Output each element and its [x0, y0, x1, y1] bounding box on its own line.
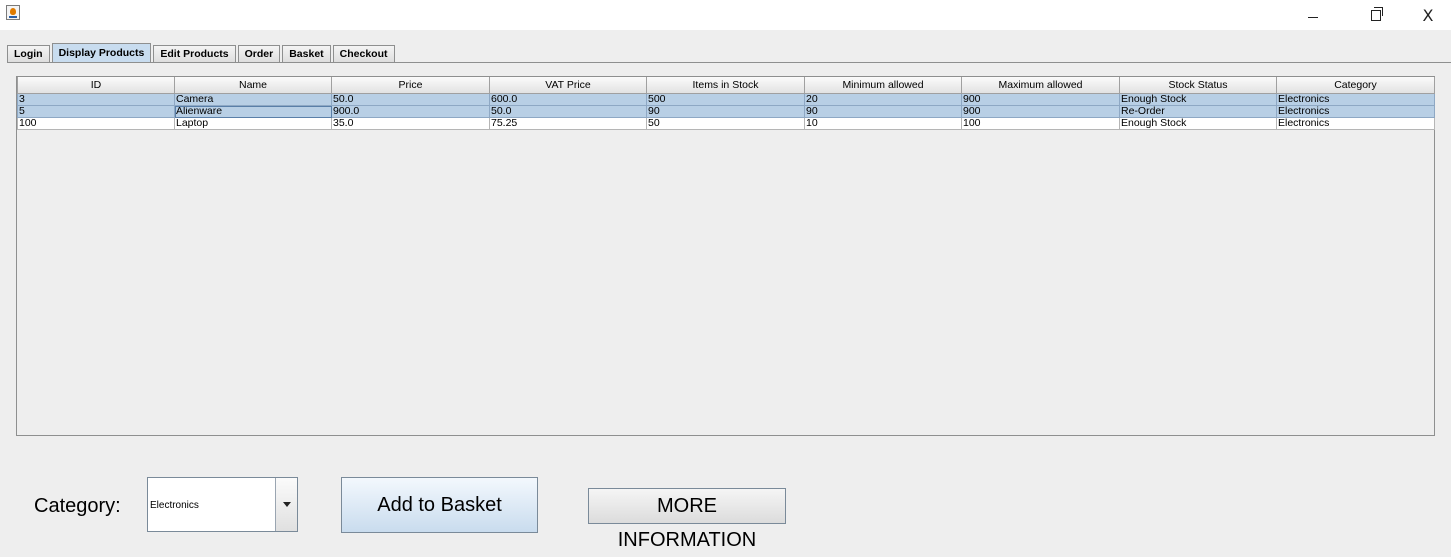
table-cell[interactable]: 5	[17, 105, 175, 118]
table-cell[interactable]: 900.0	[331, 105, 490, 118]
table-cell[interactable]: 35.0	[331, 117, 490, 130]
close-button[interactable]: X	[1405, 0, 1451, 30]
chevron-down-icon	[282, 502, 291, 507]
table-cell[interactable]: Enough Stock	[1119, 93, 1277, 106]
table-cell[interactable]: 50.0	[331, 93, 490, 106]
table-cell[interactable]: 50	[646, 117, 805, 130]
table-cell[interactable]: 90	[646, 105, 805, 118]
tab-basket[interactable]: Basket	[282, 45, 331, 62]
table-cell[interactable]: 900	[961, 105, 1120, 118]
table-cell[interactable]: 500	[646, 93, 805, 106]
tab-login[interactable]: Login	[7, 45, 50, 62]
column-header-maximum-allowed[interactable]: Maximum allowed	[961, 77, 1120, 94]
table-cell[interactable]: 10	[804, 117, 962, 130]
column-header-stock-status[interactable]: Stock Status	[1119, 77, 1277, 94]
category-combobox[interactable]: Electronics	[147, 477, 298, 532]
column-header-items-in-stock[interactable]: Items in Stock	[646, 77, 805, 94]
column-header-id[interactable]: ID	[17, 77, 175, 94]
products-table: ID Name Price VAT Price Items in Stock M…	[17, 77, 1435, 130]
table-cell[interactable]: 900	[961, 93, 1120, 106]
minimize-button[interactable]	[1290, 0, 1336, 30]
java-cup-icon	[6, 5, 20, 20]
table-cell[interactable]: 50.0	[489, 105, 647, 118]
table-cell[interactable]: 100	[961, 117, 1120, 130]
table-cell[interactable]: 75.25	[489, 117, 647, 130]
column-header-name[interactable]: Name	[174, 77, 332, 94]
table-cell[interactable]: Camera	[174, 93, 332, 106]
close-icon: X	[1422, 5, 1434, 25]
tab-strip: Login Display Products Edit Products Ord…	[7, 43, 397, 62]
table-row[interactable]: 3 Camera 50.0 600.0 500 20 900 Enough St…	[17, 93, 1435, 106]
column-header-minimum-allowed[interactable]: Minimum allowed	[804, 77, 962, 94]
table-cell[interactable]: Electronics	[1276, 93, 1435, 106]
table-cell[interactable]: Electronics	[1276, 117, 1435, 130]
category-label: Category:	[34, 495, 121, 517]
table-cell[interactable]: 20	[804, 93, 962, 106]
column-header-vat-price[interactable]: VAT Price	[489, 77, 647, 94]
maximize-icon	[1371, 6, 1383, 21]
products-table-scrollpane[interactable]: ID Name Price VAT Price Items in Stock M…	[16, 76, 1435, 436]
table-cell[interactable]: Laptop	[174, 117, 332, 130]
table-cell-focused[interactable]: Alienware	[174, 105, 332, 118]
more-information-button[interactable]: MORE INFORMATION	[588, 488, 786, 551]
combobox-arrow-button[interactable]	[275, 478, 297, 531]
category-selected-value: Electronics	[150, 500, 199, 511]
column-header-category[interactable]: Category	[1276, 77, 1435, 94]
table-cell[interactable]: Enough Stock	[1119, 117, 1277, 130]
minimize-icon	[1308, 16, 1318, 18]
table-row[interactable]: 100 Laptop 35.0 75.25 50 10 100 Enough S…	[17, 117, 1435, 130]
tab-edit-products[interactable]: Edit Products	[153, 45, 236, 62]
tab-checkout[interactable]: Checkout	[332, 45, 395, 62]
table-row[interactable]: 5 Alienware 900.0 50.0 90 90 900 Re-Orde…	[17, 105, 1435, 118]
table-cell[interactable]: Electronics	[1276, 105, 1435, 118]
tab-display-products[interactable]: Display Products	[51, 43, 152, 62]
tab-order[interactable]: Order	[237, 45, 281, 62]
table-cell[interactable]: 3	[17, 93, 175, 106]
maximize-button[interactable]	[1353, 0, 1399, 30]
table-cell[interactable]: 90	[804, 105, 962, 118]
table-cell[interactable]: 100	[17, 117, 175, 130]
title-bar: X	[0, 0, 1451, 30]
column-header-price[interactable]: Price	[331, 77, 490, 94]
table-cell[interactable]: 600.0	[489, 93, 647, 106]
table-cell[interactable]: Re-Order	[1119, 105, 1277, 118]
add-to-basket-button[interactable]: Add to Basket	[341, 477, 538, 533]
table-header-row: ID Name Price VAT Price Items in Stock M…	[17, 77, 1435, 94]
